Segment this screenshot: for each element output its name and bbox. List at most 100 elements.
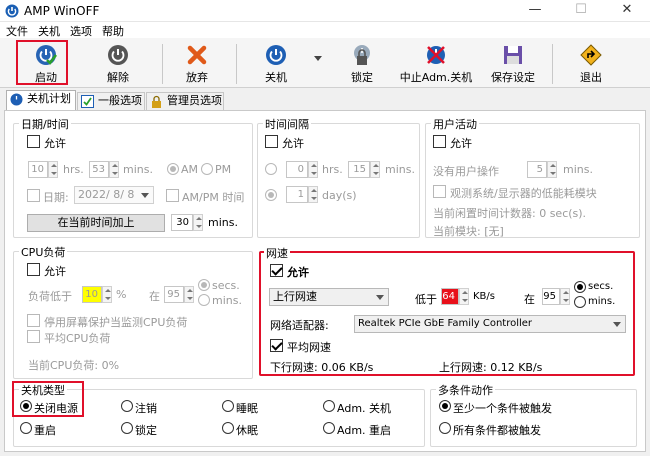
adm-restart-radio[interactable] bbox=[323, 422, 335, 434]
average-cpu-checkbox[interactable] bbox=[27, 330, 40, 343]
lock-button[interactable]: 锁定 bbox=[329, 42, 395, 86]
stop-adm-shutdown-button[interactable]: 中止Adm.关机 bbox=[396, 42, 476, 86]
secs-label: secs. bbox=[212, 279, 240, 292]
interval-minutes-spinner[interactable] bbox=[370, 161, 380, 178]
watch-low-power-checkbox[interactable] bbox=[433, 185, 446, 198]
minutes-spinner[interactable] bbox=[109, 161, 119, 178]
allow-label: 允许 bbox=[44, 137, 66, 150]
mins-label: mins. bbox=[212, 294, 242, 307]
am-radio[interactable] bbox=[167, 163, 179, 175]
interval-days-spinner[interactable] bbox=[308, 186, 318, 203]
at-label: 在 bbox=[524, 293, 535, 306]
cpu-allow-checkbox[interactable] bbox=[27, 263, 40, 276]
interval-days-radio[interactable] bbox=[265, 189, 277, 201]
load-below-spinner[interactable] bbox=[102, 286, 112, 303]
hibernate-radio[interactable] bbox=[222, 422, 234, 434]
power-icon bbox=[266, 45, 286, 65]
all-conditions-radio[interactable] bbox=[439, 422, 451, 434]
pm-radio[interactable] bbox=[201, 163, 213, 175]
disable-screensaver-checkbox[interactable] bbox=[27, 314, 40, 327]
hrs-unit: hrs. bbox=[322, 163, 343, 176]
add-minutes-input[interactable]: 30 bbox=[171, 214, 193, 231]
tab-shutdown-schedule[interactable]: 关机计划 bbox=[6, 90, 76, 111]
power-stop-icon bbox=[427, 46, 445, 64]
adapter-select[interactable]: Realtek PCIe GbE Family Controller bbox=[354, 315, 626, 333]
menu-options[interactable]: 选项 bbox=[70, 23, 92, 39]
add-minutes-spinner[interactable] bbox=[193, 214, 203, 231]
minutes-input[interactable]: 53 bbox=[89, 161, 109, 178]
network-duration-input[interactable]: 95 bbox=[542, 288, 560, 305]
restart-radio[interactable] bbox=[20, 422, 32, 434]
menu-shutdown[interactable]: 关机 bbox=[38, 23, 60, 39]
menu-file[interactable]: 文件 bbox=[6, 23, 28, 39]
cpu-secs-radio[interactable] bbox=[198, 279, 210, 291]
download-speed-text: 下行网速: 0.06 KB/s bbox=[270, 361, 374, 374]
shutdown-button[interactable]: 关机 bbox=[243, 42, 309, 86]
chevron-down-icon bbox=[141, 193, 149, 198]
toolbar: 启动 解除 放弃 关机 锁定 中止Adm.关机 保存设定 退出 bbox=[0, 38, 650, 88]
add-to-current-time-button[interactable]: 在当前时间加上 bbox=[27, 214, 165, 232]
group-legend: CPU负荷 bbox=[19, 244, 68, 260]
network-speed-group: 网速 允许 上行网速 低于 64 KB/s 在 95 secs. mins. 网… bbox=[259, 245, 635, 376]
logoff-radio[interactable] bbox=[121, 400, 133, 412]
lock-radio[interactable] bbox=[121, 422, 133, 434]
interval-hours-input[interactable]: 0 bbox=[286, 161, 308, 178]
speed-threshold-spinner[interactable] bbox=[459, 288, 469, 305]
close-button[interactable]: ✕ bbox=[604, 0, 650, 22]
save-label: 保存设定 bbox=[491, 71, 535, 84]
network-mins-radio[interactable] bbox=[574, 296, 586, 308]
adm-shutdown-radio[interactable] bbox=[323, 400, 335, 412]
menu-bar: 文件 关机 选项 帮助 bbox=[0, 22, 650, 38]
abort-button[interactable]: 放弃 bbox=[164, 42, 230, 86]
app-icon bbox=[5, 4, 19, 18]
schedule-panel: 日期/时间 允许 10 hrs. 53 mins. AM PM 日期: 2022… bbox=[4, 110, 646, 452]
any-condition-radio[interactable] bbox=[439, 400, 451, 412]
direction-select[interactable]: 上行网速 bbox=[269, 288, 389, 306]
checkbox-icon bbox=[81, 95, 94, 108]
date-checkbox[interactable] bbox=[27, 189, 40, 202]
ampm-checkbox[interactable] bbox=[166, 189, 179, 202]
tab-admin-options[interactable]: 管理员选项 bbox=[146, 92, 224, 110]
chevron-down-icon[interactable] bbox=[314, 56, 322, 62]
network-allow-checkbox[interactable] bbox=[270, 264, 283, 277]
adm-restart-label: Adm. 重启 bbox=[337, 424, 392, 437]
network-secs-radio[interactable] bbox=[574, 281, 586, 293]
save-settings-button[interactable]: 保存设定 bbox=[480, 42, 546, 86]
am-label: AM bbox=[181, 163, 199, 176]
sleep-radio[interactable] bbox=[222, 400, 234, 412]
interval-allow-checkbox[interactable] bbox=[265, 135, 278, 148]
start-highlight bbox=[16, 40, 68, 85]
cpu-mins-radio[interactable] bbox=[198, 294, 210, 306]
window-title: AMP WinOFF bbox=[24, 4, 100, 18]
datetime-allow-checkbox[interactable] bbox=[27, 135, 40, 148]
tab-general-options[interactable]: 一般选项 bbox=[77, 92, 145, 110]
idle-counter-text: 当前闲置时间计数器: 0 sec(s). bbox=[433, 207, 587, 220]
maximize-button[interactable]: ☐ bbox=[558, 0, 604, 22]
sleep-label: 睡眠 bbox=[236, 402, 258, 415]
allow-label: 允许 bbox=[282, 137, 304, 150]
cpu-duration-input[interactable]: 95 bbox=[164, 286, 184, 303]
minimize-button[interactable]: — bbox=[512, 0, 558, 22]
load-below-input[interactable]: 10 bbox=[82, 286, 102, 303]
hours-spinner[interactable] bbox=[48, 161, 58, 178]
speed-threshold-input[interactable]: 64 bbox=[441, 288, 459, 305]
allow-label: 允许 bbox=[450, 137, 472, 150]
no-operation-input[interactable]: 5 bbox=[527, 161, 547, 178]
interval-minutes-input[interactable]: 15 bbox=[348, 161, 370, 178]
unlock-button[interactable]: 解除 bbox=[85, 42, 151, 86]
disable-screensaver-label: 停用屏幕保护当监测CPU负荷 bbox=[44, 316, 188, 329]
hours-input[interactable]: 10 bbox=[28, 161, 48, 178]
cpu-duration-spinner[interactable] bbox=[184, 286, 194, 303]
date-picker[interactable]: 2022/ 8/ 8 bbox=[74, 186, 154, 204]
interval-hours-spinner[interactable] bbox=[308, 161, 318, 178]
days-unit: day(s) bbox=[322, 189, 357, 202]
menu-help[interactable]: 帮助 bbox=[102, 23, 124, 39]
no-operation-spinner[interactable] bbox=[547, 161, 557, 178]
interval-hours-radio[interactable] bbox=[265, 163, 277, 175]
power-icon bbox=[108, 45, 128, 65]
interval-days-input[interactable]: 1 bbox=[286, 186, 308, 203]
user-allow-checkbox[interactable] bbox=[433, 135, 446, 148]
average-speed-checkbox[interactable] bbox=[270, 339, 283, 352]
network-duration-spinner[interactable] bbox=[560, 288, 570, 305]
exit-button[interactable]: 退出 bbox=[558, 42, 624, 86]
